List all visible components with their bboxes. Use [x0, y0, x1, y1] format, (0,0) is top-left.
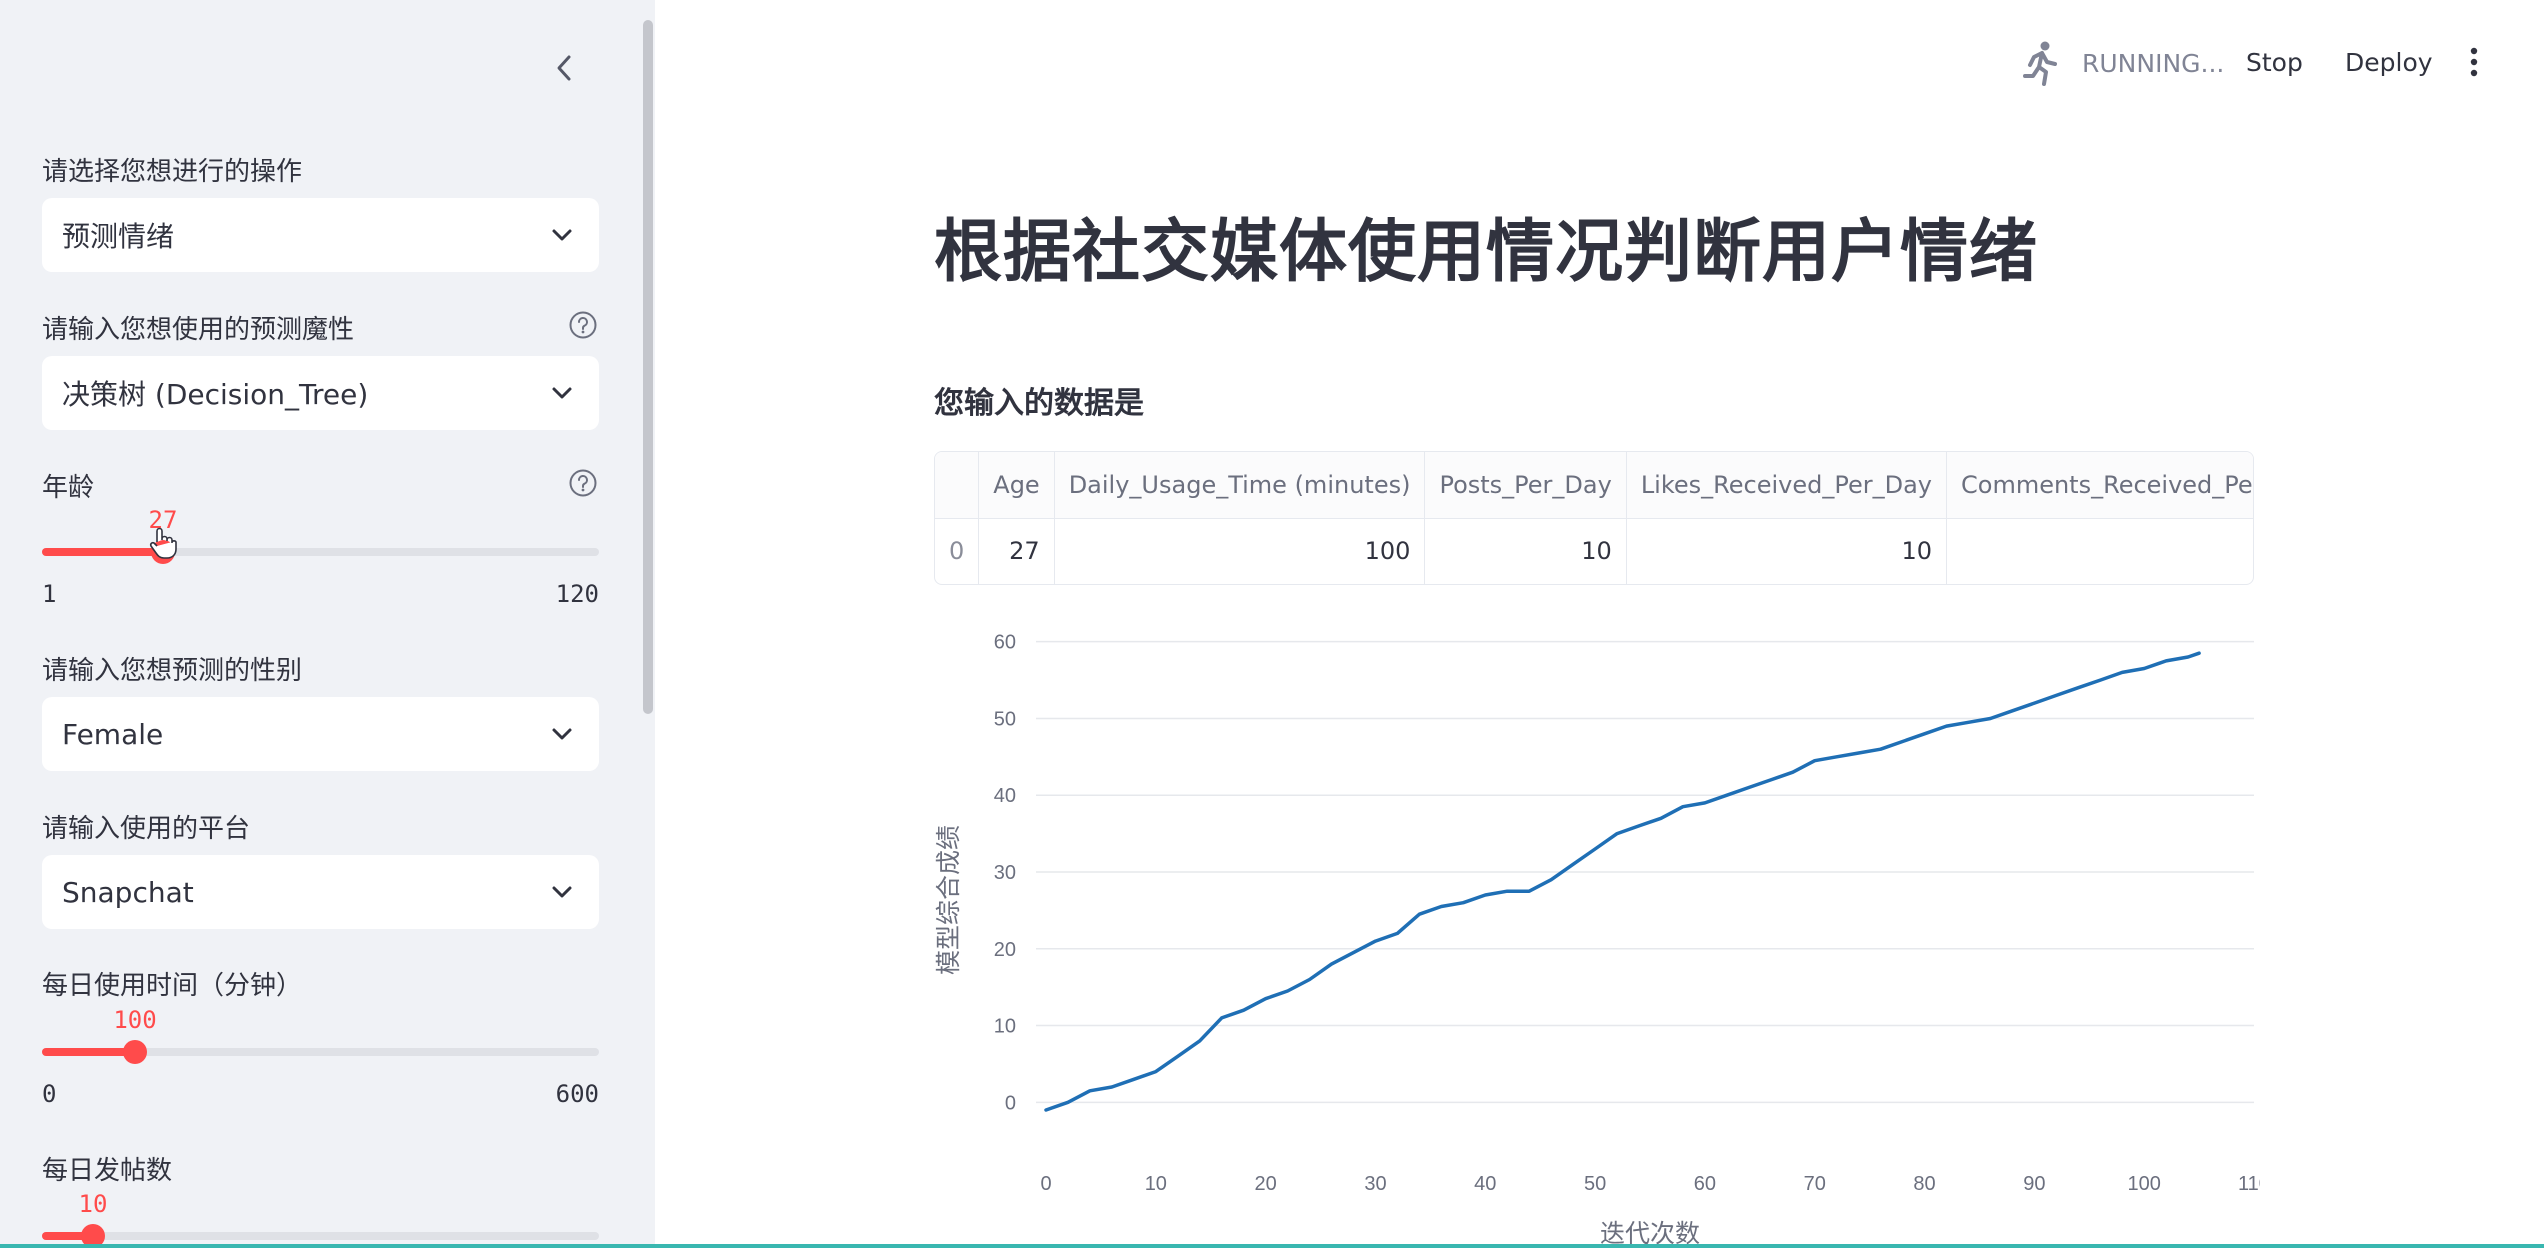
deploy-button[interactable]: Deploy [2345, 48, 2433, 77]
gender-select-value: Female [62, 717, 164, 751]
y-tick-label: 0 [1005, 1092, 1016, 1114]
column-header[interactable]: Likes_Received_Per_Day [1626, 452, 1948, 519]
daily-usage-label: 每日使用时间（分钟） [42, 971, 303, 1001]
table-cell[interactable]: 10 [1424, 518, 1627, 584]
age-slider-max: 120 [555, 580, 599, 608]
daily-usage-slider-min: 0 [42, 1080, 57, 1108]
y-axis-title: 模型综合成绩 [934, 825, 963, 975]
column-header[interactable]: Posts_Per_Day [1424, 452, 1627, 519]
model-select-value: 决策树 (Decision_Tree) [62, 378, 369, 411]
table-cell[interactable] [1946, 518, 2253, 584]
line-chart-svg: 01020304050600102030405060708090100110迭代… [934, 632, 2270, 1248]
x-tick-label: 10 [1145, 1173, 1167, 1195]
table-header-row: Age Daily_Usage_Time (minutes) Posts_Per… [935, 452, 2253, 519]
y-tick-label: 40 [994, 785, 1016, 807]
column-header [935, 452, 980, 519]
daily-usage-slider[interactable] [42, 1040, 599, 1064]
x-tick-label: 110 [2238, 1173, 2260, 1195]
running-man-icon [2023, 41, 2057, 86]
daily-usage-slider-max: 600 [555, 1080, 599, 1108]
page-title: 根据社交媒体使用情况判断用户情绪 [934, 213, 2039, 292]
table-cell[interactable]: 10 [1626, 518, 1948, 584]
input-dataframe[interactable]: Age Daily_Usage_Time (minutes) Posts_Per… [934, 451, 2254, 585]
chevron-left-icon [557, 55, 571, 81]
operation-select[interactable]: 预测情绪 [42, 198, 599, 272]
table-cell[interactable]: 100 [1054, 518, 1426, 584]
age-slider[interactable] [42, 540, 599, 564]
y-tick-label: 10 [994, 1016, 1016, 1038]
age-label: 年龄 [42, 473, 95, 503]
help-icon[interactable] [568, 310, 598, 340]
sidebar: 请选择您想进行的操作 预测情绪 请输入您想使用的预测魔性 决策树 (Decisi… [0, 0, 655, 1248]
x-tick-label: 100 [2127, 1173, 2160, 1195]
column-header[interactable]: Comments_Received_Per_Day [1946, 452, 2253, 519]
operation-select-value: 预测情绪 [62, 220, 175, 253]
more-menu-icon[interactable] [2462, 44, 2486, 80]
posts-slider[interactable] [42, 1224, 599, 1248]
model-label: 请输入您想使用的预测魔性 [42, 315, 355, 345]
platform-select[interactable]: Snapchat [42, 855, 599, 929]
hand-cursor-icon [149, 527, 177, 559]
table-cell[interactable]: 27 [978, 518, 1055, 584]
bottom-border [0, 1244, 2544, 1248]
age-slider-fill [42, 548, 163, 556]
series-line [1044, 651, 2201, 1112]
x-tick-label: 30 [1364, 1173, 1386, 1195]
model-select[interactable]: 决策树 (Decision_Tree) [42, 356, 599, 430]
gender-select[interactable]: Female [42, 697, 599, 771]
platform-label: 请输入使用的平台 [42, 814, 251, 844]
y-tick-label: 60 [994, 632, 1016, 654]
row-index: 0 [935, 518, 980, 584]
daily-usage-slider-fill [42, 1048, 135, 1056]
x-tick-label: 20 [1255, 1173, 1277, 1195]
line-chart: 01020304050600102030405060708090100110迭代… [920, 610, 2270, 1254]
collapse-sidebar-button[interactable] [546, 50, 582, 86]
table-row: 0 27 100 10 10 [935, 518, 2253, 584]
sidebar-scrollbar[interactable] [643, 20, 653, 714]
daily-usage-slider-thumb[interactable] [123, 1040, 147, 1064]
data-table: Age Daily_Usage_Time (minutes) Posts_Per… [935, 452, 2253, 584]
daily-usage-slider-value: 100 [113, 1006, 157, 1034]
operation-label: 请选择您想进行的操作 [42, 157, 303, 187]
y-tick-label: 20 [994, 939, 1016, 961]
x-tick-label: 90 [2023, 1173, 2045, 1195]
chevron-down-icon [552, 728, 572, 740]
x-tick-label: 0 [1040, 1173, 1051, 1195]
y-tick-label: 30 [994, 862, 1016, 884]
chevron-down-icon [552, 229, 572, 241]
input-data-subheader: 您输入的数据是 [934, 386, 1144, 421]
age-slider-min: 1 [42, 580, 57, 608]
x-tick-label: 50 [1584, 1173, 1606, 1195]
gender-label: 请输入您想预测的性别 [42, 656, 303, 686]
x-tick-label: 40 [1474, 1173, 1496, 1195]
column-header[interactable]: Daily_Usage_Time (minutes) [1054, 452, 1426, 519]
x-tick-label: 70 [1804, 1173, 1826, 1195]
running-status: RUNNING... [2082, 49, 2225, 78]
x-tick-label: 80 [1913, 1173, 1935, 1195]
chevron-down-icon [552, 387, 572, 399]
chevron-down-icon [552, 886, 572, 898]
stop-button[interactable]: Stop [2246, 48, 2303, 77]
y-tick-label: 50 [994, 708, 1016, 730]
help-icon[interactable] [568, 468, 598, 498]
posts-slider-value: 10 [78, 1190, 108, 1218]
posts-label: 每日发帖数 [42, 1156, 173, 1186]
platform-select-value: Snapchat [62, 875, 194, 909]
column-header[interactable]: Age [978, 452, 1055, 519]
x-tick-label: 60 [1694, 1173, 1716, 1195]
